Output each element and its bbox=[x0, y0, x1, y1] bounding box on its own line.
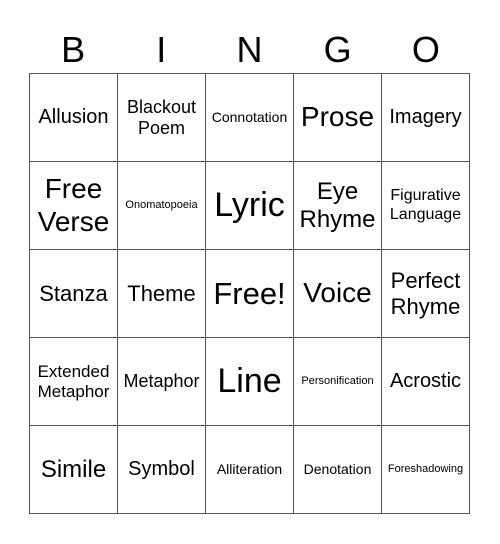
free-space-cell[interactable]: Free! bbox=[206, 250, 294, 338]
bingo-cell[interactable]: Line bbox=[206, 338, 294, 426]
bingo-cell[interactable]: Stanza bbox=[30, 250, 118, 338]
bingo-cell[interactable]: Voice bbox=[294, 250, 382, 338]
bingo-cell[interactable]: Onomatopoeia bbox=[118, 162, 206, 250]
bingo-cell[interactable]: Perfect Rhyme bbox=[382, 250, 470, 338]
header-letter-i: I bbox=[156, 29, 167, 70]
bingo-cell[interactable]: Imagery bbox=[382, 74, 470, 162]
bingo-cell[interactable]: Free Verse bbox=[30, 162, 118, 250]
bingo-cell[interactable]: Connotation bbox=[206, 74, 294, 162]
bingo-cell[interactable]: Foreshadowing bbox=[382, 426, 470, 514]
bingo-cell[interactable]: Extended Metaphor bbox=[30, 338, 118, 426]
header-letter-n: N bbox=[236, 29, 263, 70]
bingo-header: B I N G O bbox=[29, 28, 470, 72]
bingo-cell[interactable]: Simile bbox=[30, 426, 118, 514]
bingo-cell[interactable]: Lyric bbox=[206, 162, 294, 250]
header-letter-g: G bbox=[323, 29, 352, 70]
bingo-cell[interactable]: Denotation bbox=[294, 426, 382, 514]
header-letter-b: B bbox=[61, 29, 86, 70]
bingo-grid: Allusion Blackout Poem Connotation Prose… bbox=[29, 73, 470, 514]
bingo-cell[interactable]: Eye Rhyme bbox=[294, 162, 382, 250]
bingo-cell[interactable]: Alliteration bbox=[206, 426, 294, 514]
bingo-cell[interactable]: Blackout Poem bbox=[118, 74, 206, 162]
bingo-cell[interactable]: Figurative Language bbox=[382, 162, 470, 250]
bingo-cell[interactable]: Metaphor bbox=[118, 338, 206, 426]
bingo-cell[interactable]: Acrostic bbox=[382, 338, 470, 426]
bingo-cell[interactable]: Theme bbox=[118, 250, 206, 338]
bingo-cell[interactable]: Symbol bbox=[118, 426, 206, 514]
bingo-cell[interactable]: Personification bbox=[294, 338, 382, 426]
bingo-cell[interactable]: Allusion bbox=[30, 74, 118, 162]
bingo-cell[interactable]: Prose bbox=[294, 74, 382, 162]
header-letter-o: O bbox=[411, 29, 440, 70]
